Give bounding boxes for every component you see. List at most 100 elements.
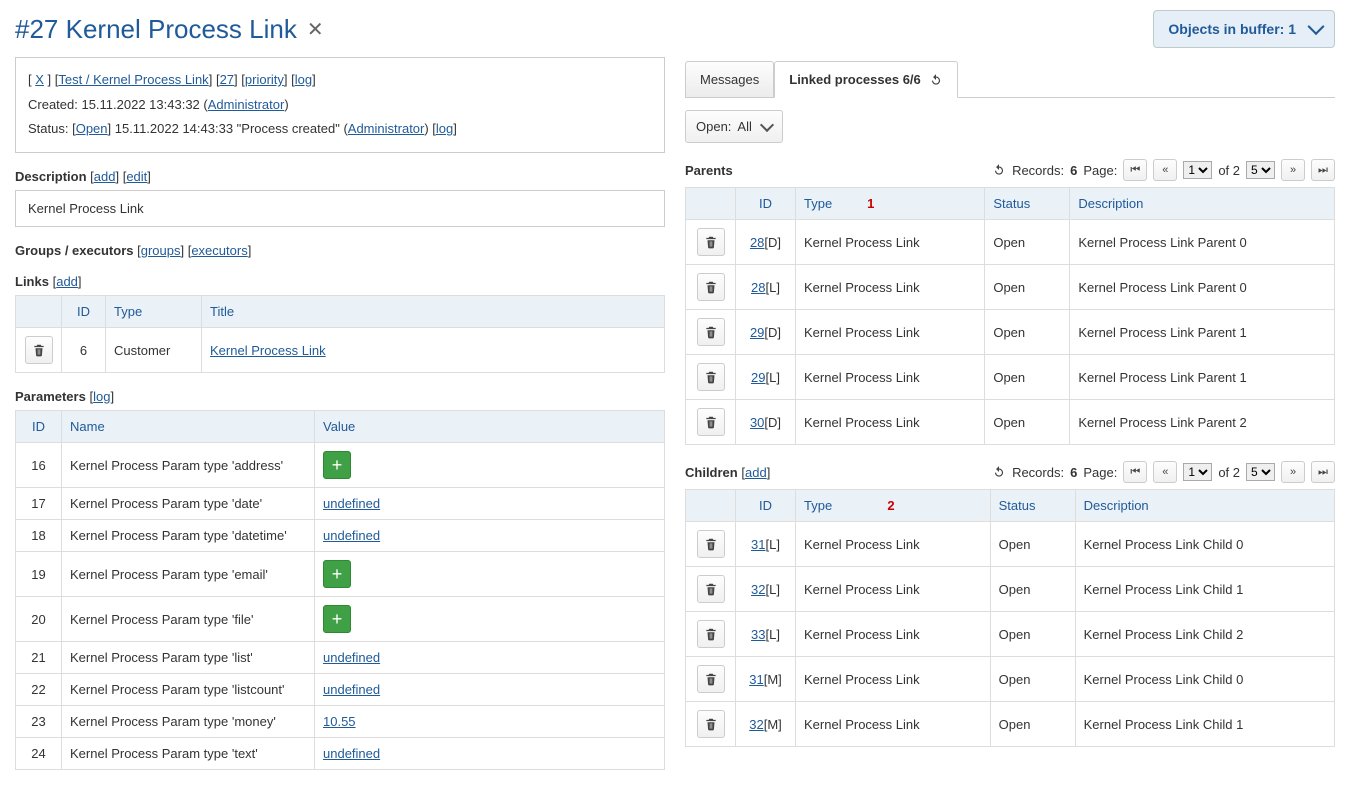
- param-value-link[interactable]: undefined: [323, 650, 380, 665]
- groups-link[interactable]: groups: [141, 243, 181, 258]
- process-id-link[interactable]: 31: [751, 537, 765, 552]
- links-heading: Links [add]: [15, 274, 665, 289]
- delete-row-button[interactable]: [697, 575, 725, 603]
- pager-page-select[interactable]: 1: [1183, 463, 1212, 481]
- params-col-id[interactable]: ID: [16, 411, 62, 443]
- pager-size-select[interactable]: 5: [1246, 463, 1275, 481]
- pager-prev-button[interactable]: «: [1153, 159, 1177, 181]
- annotation-1: 1: [867, 196, 874, 211]
- table-row: 28[L]Kernel Process LinkOpenKernel Proce…: [686, 265, 1335, 310]
- trash-icon: [704, 537, 718, 551]
- pager-size-select[interactable]: 5: [1246, 161, 1275, 179]
- delete-row-button[interactable]: [25, 336, 53, 364]
- add-value-button[interactable]: +: [323, 605, 351, 633]
- parents-pager: Records: 6 Page: ⏮ « 1 of 2 5 » ⏭: [992, 159, 1335, 181]
- process-id-link[interactable]: 33: [751, 627, 765, 642]
- pager-page-select[interactable]: 1: [1183, 161, 1212, 179]
- table-row: 6 Customer Kernel Process Link: [16, 328, 665, 373]
- parents-col-desc[interactable]: Description: [1070, 188, 1335, 220]
- process-id-link[interactable]: 28: [750, 235, 764, 250]
- trash-icon: [704, 627, 718, 641]
- pager-first-button[interactable]: ⏮: [1123, 159, 1147, 181]
- table-row: 21Kernel Process Param type 'list'undefi…: [16, 642, 665, 674]
- param-value-link[interactable]: 10.55: [323, 714, 356, 729]
- children-add-link[interactable]: add: [745, 465, 767, 480]
- table-row: 31[M]Kernel Process LinkOpenKernel Proce…: [686, 657, 1335, 702]
- delete-row-button[interactable]: [697, 408, 725, 436]
- delete-row-button[interactable]: [697, 620, 725, 648]
- description-add-link[interactable]: add: [94, 169, 116, 184]
- parents-col-status[interactable]: Status: [985, 188, 1070, 220]
- links-col-title[interactable]: Title: [202, 296, 665, 328]
- pager-prev-button[interactable]: «: [1153, 461, 1177, 483]
- delete-row-button[interactable]: [697, 530, 725, 558]
- table-row: 19Kernel Process Param type 'email'+: [16, 552, 665, 597]
- process-id-link[interactable]: 30: [750, 415, 764, 430]
- tab-linked-processes[interactable]: Linked processes 6/6: [774, 61, 958, 98]
- table-row: 18Kernel Process Param type 'datetime'un…: [16, 520, 665, 552]
- delete-row-button[interactable]: [697, 228, 725, 256]
- process-id-link[interactable]: 32: [751, 582, 765, 597]
- status-log-link[interactable]: log: [436, 121, 453, 136]
- parents-heading: Parents: [685, 163, 733, 178]
- params-col-value[interactable]: Value: [315, 411, 665, 443]
- close-icon[interactable]: ✕: [307, 17, 324, 42]
- links-col-type[interactable]: Type: [106, 296, 202, 328]
- children-col-type[interactable]: Type2: [796, 490, 991, 522]
- open-filter-dropdown[interactable]: Open: All: [685, 110, 783, 143]
- log-link[interactable]: log: [295, 72, 312, 87]
- delete-row-button[interactable]: [697, 273, 725, 301]
- param-value-link[interactable]: undefined: [323, 528, 380, 543]
- creator-link[interactable]: Administrator: [208, 97, 285, 112]
- delete-row-button[interactable]: [697, 710, 725, 738]
- pager-last-button[interactable]: ⏭: [1311, 159, 1335, 181]
- process-id-link[interactable]: 29: [750, 325, 764, 340]
- description-edit-link[interactable]: edit: [126, 169, 147, 184]
- table-row: 28[D]Kernel Process LinkOpenKernel Proce…: [686, 220, 1335, 265]
- pager-next-button[interactable]: »: [1281, 461, 1305, 483]
- param-value-link[interactable]: undefined: [323, 746, 380, 761]
- links-col-id[interactable]: ID: [62, 296, 106, 328]
- refresh-icon[interactable]: [929, 73, 943, 87]
- delete-link[interactable]: X: [35, 72, 44, 87]
- process-id-link[interactable]: 32: [749, 717, 763, 732]
- param-value-link[interactable]: undefined: [323, 496, 380, 511]
- params-col-name[interactable]: Name: [62, 411, 315, 443]
- priority-link[interactable]: priority: [245, 72, 284, 87]
- parameters-table: ID Name Value 16Kernel Process Param typ…: [15, 410, 665, 770]
- refresh-icon[interactable]: [992, 163, 1006, 177]
- pager-next-button[interactable]: »: [1281, 159, 1305, 181]
- parents-col-id[interactable]: ID: [736, 188, 796, 220]
- trash-icon: [704, 280, 718, 294]
- links-add-link[interactable]: add: [56, 274, 78, 289]
- link-title[interactable]: Kernel Process Link: [210, 343, 326, 358]
- process-num-link[interactable]: 27: [220, 72, 234, 87]
- add-value-button[interactable]: +: [323, 451, 351, 479]
- pager-last-button[interactable]: ⏭: [1311, 461, 1335, 483]
- delete-row-button[interactable]: [697, 363, 725, 391]
- table-row: 16Kernel Process Param type 'address'+: [16, 443, 665, 488]
- parameters-log-link[interactable]: log: [93, 389, 110, 404]
- process-id-link[interactable]: 28: [751, 280, 765, 295]
- status-open-link[interactable]: Open: [76, 121, 108, 136]
- executors-link[interactable]: executors: [191, 243, 247, 258]
- delete-row-button[interactable]: [697, 318, 725, 346]
- delete-row-button[interactable]: [697, 665, 725, 693]
- param-value-link[interactable]: undefined: [323, 682, 380, 697]
- process-id-link[interactable]: 29: [751, 370, 765, 385]
- objects-buffer-button[interactable]: Objects in buffer: 1: [1153, 10, 1335, 48]
- parents-col-type[interactable]: Type1: [796, 188, 985, 220]
- children-col-desc[interactable]: Description: [1075, 490, 1334, 522]
- pager-first-button[interactable]: ⏮: [1123, 461, 1147, 483]
- add-value-button[interactable]: +: [323, 560, 351, 588]
- children-col-id[interactable]: ID: [736, 490, 796, 522]
- parameters-heading: Parameters [log]: [15, 389, 665, 404]
- annotation-2: 2: [887, 498, 894, 513]
- refresh-icon[interactable]: [992, 465, 1006, 479]
- children-col-status[interactable]: Status: [990, 490, 1075, 522]
- breadcrumb[interactable]: Test / Kernel Process Link: [58, 72, 208, 87]
- table-row: 29[L]Kernel Process LinkOpenKernel Proce…: [686, 355, 1335, 400]
- tab-messages[interactable]: Messages: [685, 61, 774, 97]
- status-user-link[interactable]: Administrator: [348, 121, 425, 136]
- process-id-link[interactable]: 31: [749, 672, 763, 687]
